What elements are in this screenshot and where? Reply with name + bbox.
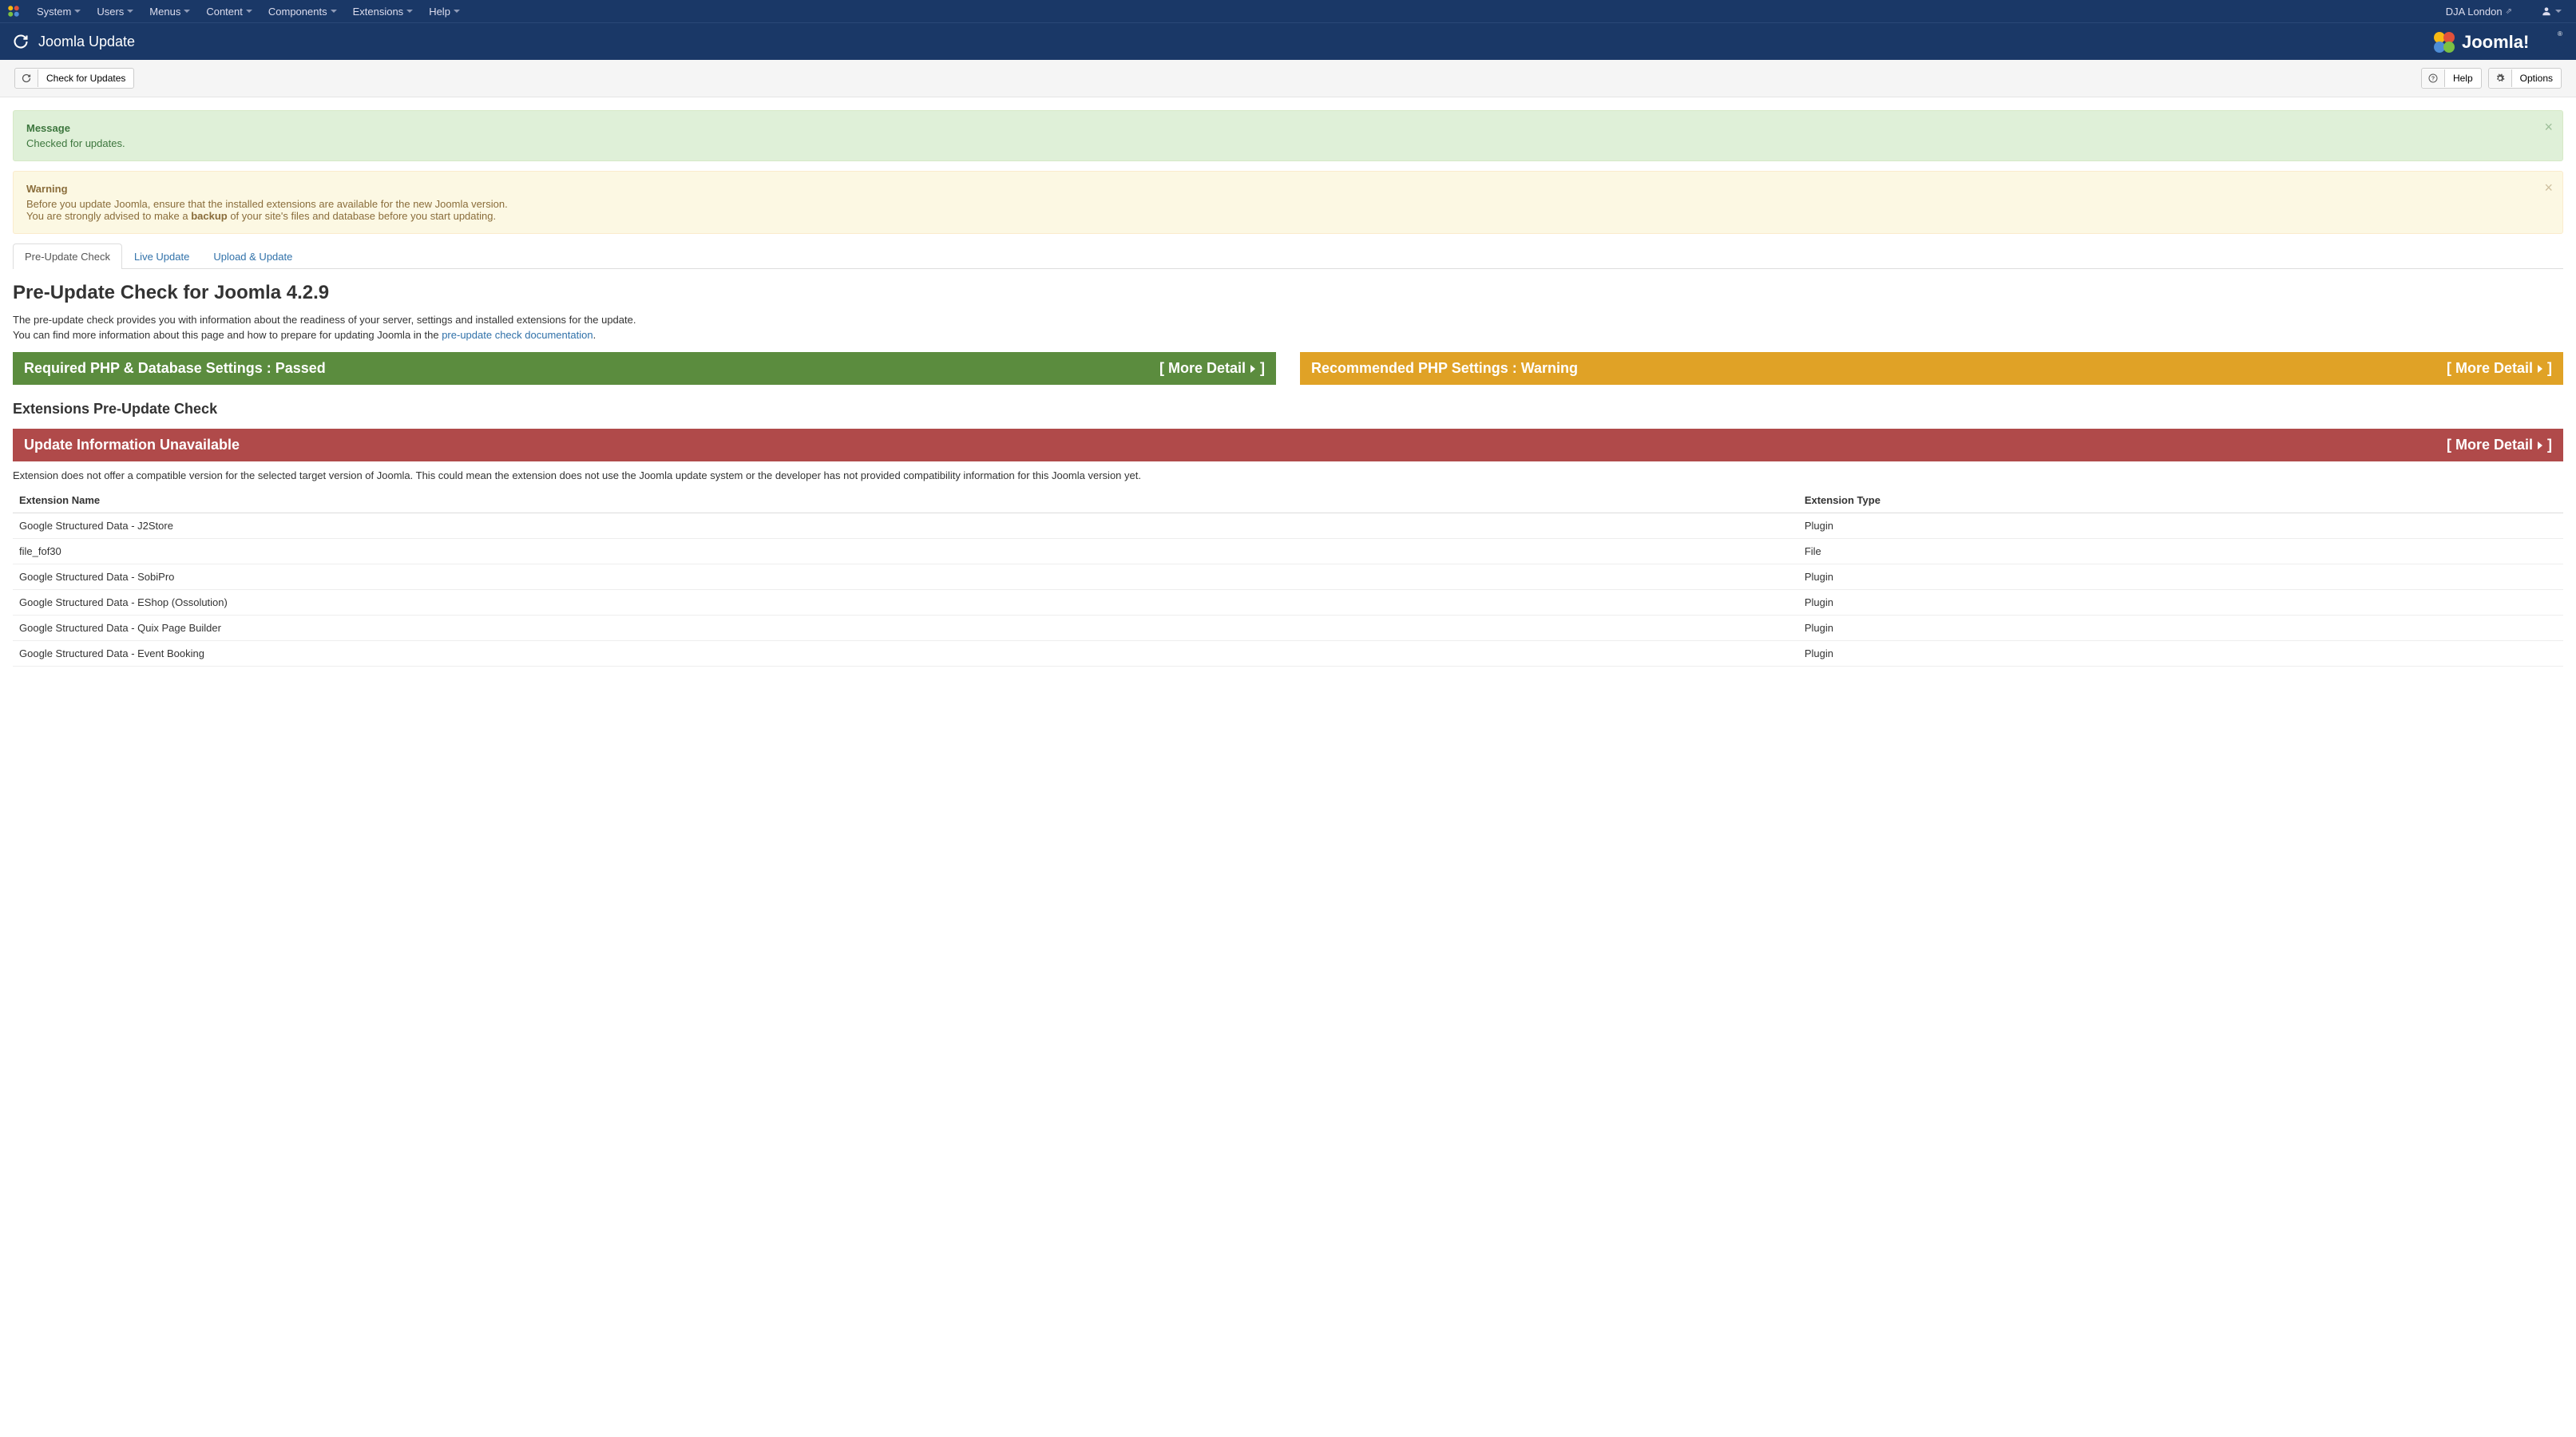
alert-body-line2: You are strongly advised to make a backu… bbox=[26, 210, 2550, 222]
alert-heading: Warning bbox=[26, 183, 2550, 195]
cell-extension-name: file_fof30 bbox=[13, 539, 1798, 564]
cell-extension-type: Plugin bbox=[1798, 564, 2563, 590]
menu-system[interactable]: System bbox=[29, 0, 89, 22]
cell-extension-type: Plugin bbox=[1798, 641, 2563, 667]
page-title: Joomla Update bbox=[38, 34, 135, 50]
tab-upload-update[interactable]: Upload & Update bbox=[201, 243, 304, 269]
col-extension-type: Extension Type bbox=[1798, 488, 2563, 513]
cell-extension-type: Plugin bbox=[1798, 590, 2563, 616]
page-title-wrap: Joomla Update bbox=[13, 34, 135, 50]
settings-panels-row: Required PHP & Database Settings : Passe… bbox=[13, 352, 2563, 385]
check-updates-button[interactable]: Check for Updates bbox=[14, 68, 134, 89]
alert-message: × Message Checked for updates. bbox=[13, 110, 2563, 161]
preupdate-heading: Pre-Update Check for Joomla 4.2.9 bbox=[13, 282, 2563, 304]
joomla-brand-logo: Joomla! ® bbox=[2431, 28, 2563, 55]
table-row: file_fof30File bbox=[13, 539, 2563, 564]
col-extension-name: Extension Name bbox=[13, 488, 1798, 513]
more-detail-toggle[interactable]: [ More Detail] bbox=[1159, 360, 1265, 377]
required-settings-panel[interactable]: Required PHP & Database Settings : Passe… bbox=[13, 352, 1276, 385]
menu-menus[interactable]: Menus bbox=[141, 0, 198, 22]
main-content: × Message Checked for updates. × Warning… bbox=[0, 97, 2576, 679]
close-icon[interactable]: × bbox=[2544, 119, 2553, 136]
menu-help[interactable]: Help bbox=[421, 0, 468, 22]
topbar-left: System Users Menus Content Components Ex… bbox=[6, 0, 468, 22]
alert-warning: × Warning Before you update Joomla, ensu… bbox=[13, 171, 2563, 234]
user-icon bbox=[2541, 6, 2552, 17]
table-row: Google Structured Data - J2StorePlugin bbox=[13, 513, 2563, 539]
intro-line2: You can find more information about this… bbox=[13, 329, 2563, 341]
user-menu[interactable] bbox=[2533, 0, 2570, 22]
extensions-heading: Extensions Pre-Update Check bbox=[13, 401, 2563, 418]
svg-text:®: ® bbox=[2558, 30, 2562, 38]
cell-extension-type: Plugin bbox=[1798, 616, 2563, 641]
cell-extension-name: Google Structured Data - Quix Page Build… bbox=[13, 616, 1798, 641]
cell-extension-name: Google Structured Data - EShop (Ossoluti… bbox=[13, 590, 1798, 616]
cell-extension-name: Google Structured Data - J2Store bbox=[13, 513, 1798, 539]
gear-icon bbox=[2489, 69, 2512, 87]
refresh-icon bbox=[15, 69, 38, 87]
tab-live-update[interactable]: Live Update bbox=[122, 243, 201, 269]
menu-users[interactable]: Users bbox=[89, 0, 141, 22]
cell-extension-type: Plugin bbox=[1798, 513, 2563, 539]
more-detail-toggle[interactable]: [ More Detail] bbox=[2447, 437, 2552, 453]
alert-body: Checked for updates. bbox=[26, 137, 2550, 149]
cell-extension-name: Google Structured Data - Event Booking bbox=[13, 641, 1798, 667]
close-icon[interactable]: × bbox=[2544, 180, 2553, 196]
joomla-logo-icon bbox=[6, 4, 21, 18]
docs-link[interactable]: pre-update check documentation bbox=[442, 329, 592, 341]
chevron-right-icon bbox=[2538, 441, 2542, 449]
recommended-settings-panel[interactable]: Recommended PHP Settings : Warning [ Mor… bbox=[1300, 352, 2563, 385]
question-icon: ? bbox=[2422, 69, 2445, 87]
table-row: Google Structured Data - EShop (Ossoluti… bbox=[13, 590, 2563, 616]
extensions-table: Extension Name Extension Type Google Str… bbox=[13, 488, 2563, 667]
table-row: Google Structured Data - SobiProPlugin bbox=[13, 564, 2563, 590]
tab-preupdate-check[interactable]: Pre-Update Check bbox=[13, 243, 122, 269]
intro-line1: The pre-update check provides you with i… bbox=[13, 314, 2563, 326]
extensions-desc: Extension does not offer a compatible ve… bbox=[13, 469, 2563, 481]
page-header: Joomla Update Joomla! ® bbox=[0, 22, 2576, 60]
cell-extension-type: File bbox=[1798, 539, 2563, 564]
site-link[interactable]: DJA London ⇗ bbox=[2438, 0, 2520, 22]
chevron-right-icon bbox=[1250, 365, 1255, 373]
menu-components[interactable]: Components bbox=[260, 0, 345, 22]
options-button[interactable]: Options bbox=[2488, 68, 2562, 89]
refresh-icon bbox=[13, 34, 29, 49]
help-button[interactable]: ? Help bbox=[2421, 68, 2482, 89]
more-detail-toggle[interactable]: [ More Detail] bbox=[2447, 360, 2552, 377]
topbar-right: DJA London ⇗ bbox=[2438, 0, 2570, 22]
svg-text:Joomla!: Joomla! bbox=[2462, 32, 2529, 52]
alert-heading: Message bbox=[26, 122, 2550, 134]
table-row: Google Structured Data - Event BookingPl… bbox=[13, 641, 2563, 667]
update-unavailable-panel[interactable]: Update Information Unavailable [ More De… bbox=[13, 429, 2563, 461]
svg-text:?: ? bbox=[2431, 77, 2435, 82]
alert-body-line1: Before you update Joomla, ensure that th… bbox=[26, 198, 2550, 210]
menu-content[interactable]: Content bbox=[198, 0, 260, 22]
cell-extension-name: Google Structured Data - SobiPro bbox=[13, 564, 1798, 590]
table-row: Google Structured Data - Quix Page Build… bbox=[13, 616, 2563, 641]
admin-topbar: System Users Menus Content Components Ex… bbox=[0, 0, 2576, 22]
menu-extensions[interactable]: Extensions bbox=[345, 0, 422, 22]
tabs: Pre-Update Check Live Update Upload & Up… bbox=[13, 243, 2563, 269]
external-link-icon: ⇗ bbox=[2506, 7, 2512, 16]
chevron-right-icon bbox=[2538, 365, 2542, 373]
action-toolbar: Check for Updates ? Help Options bbox=[0, 60, 2576, 97]
